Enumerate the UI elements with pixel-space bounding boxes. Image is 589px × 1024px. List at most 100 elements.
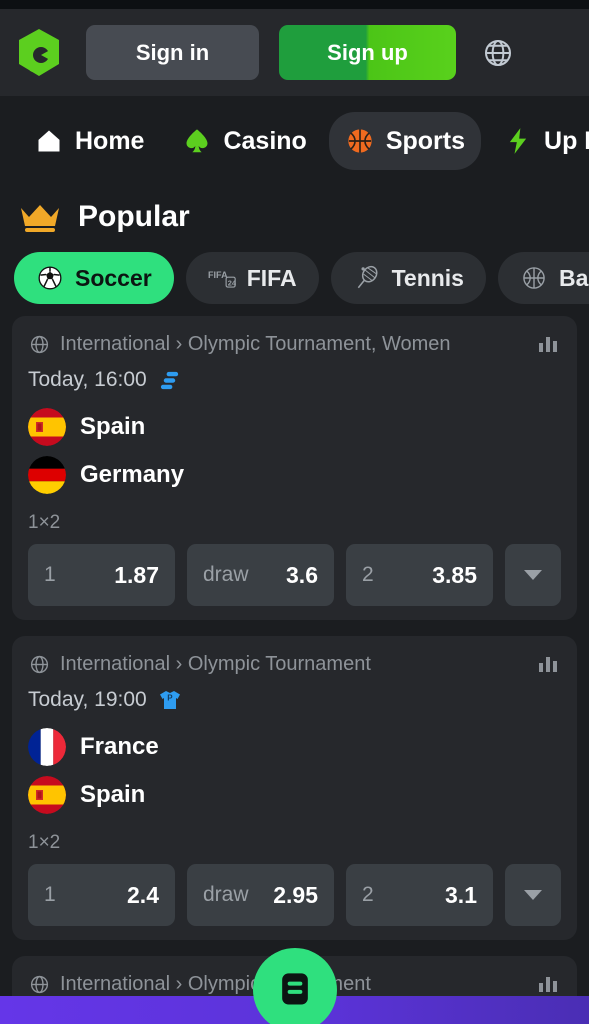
- bet-slip-button[interactable]: [252, 948, 337, 1024]
- league-info: International › Olympic Tournament, Wome…: [28, 333, 535, 356]
- team-row: Spain: [28, 776, 561, 814]
- jersey-icon: P: [158, 688, 182, 712]
- odd-value: 3.6: [286, 561, 318, 588]
- market-label: 1×2: [28, 512, 61, 533]
- odds-row: 1 1.87 draw 3.6 2 3.85: [28, 544, 561, 606]
- league-name: International › Olympic Tournament: [60, 652, 371, 675]
- teams-list: France Spain: [28, 728, 561, 814]
- odd-button-draw[interactable]: draw 2.95: [187, 864, 334, 926]
- match-time-row: Today, 16:00: [28, 368, 561, 392]
- odd-key: 1: [44, 563, 56, 586]
- odd-key: draw: [203, 563, 249, 586]
- match-card-header: International › Olympic Tournament: [28, 652, 561, 676]
- globe-small-icon: [28, 653, 50, 675]
- teams-list: Spain Germany: [28, 408, 561, 494]
- flag-spain: [28, 776, 66, 814]
- match-card-header: International › Olympic Tournament, Wome…: [28, 332, 561, 356]
- app-header: Sign in Sign up: [0, 9, 589, 96]
- odd-key: 2: [362, 563, 374, 586]
- flag-germany: [28, 456, 66, 494]
- team-name: France: [80, 733, 159, 760]
- spade-icon: [182, 126, 212, 156]
- odd-value: 2.4: [127, 881, 159, 908]
- odd-value: 1.87: [114, 561, 159, 588]
- odd-value: 3.85: [432, 561, 477, 588]
- app-root: Sign in Sign up Home Casino Sports Up Po…: [0, 0, 589, 1024]
- league-name: International › Olympic Tournament, Wome…: [60, 332, 451, 355]
- nav-item-home-label: Home: [75, 126, 145, 155]
- chevron-down-icon: [524, 890, 542, 900]
- team-row: Germany: [28, 456, 561, 494]
- match-time: Today, 16:00: [28, 368, 147, 391]
- fifa-24-icon: FIFA 24: [208, 264, 236, 292]
- market-label: 1×2: [28, 832, 61, 853]
- chip-soccer[interactable]: Soccer: [14, 252, 174, 304]
- main-nav: Home Casino Sports Up: [0, 96, 589, 186]
- chip-tennis-label: Tennis: [391, 264, 464, 291]
- chip-fifa-label: FIFA: [246, 264, 297, 291]
- odd-key: 2: [362, 883, 374, 906]
- tennis-racket-icon: [353, 264, 381, 292]
- nav-item-sports-label: Sports: [385, 126, 466, 155]
- league-info: International › Olympic Tournament: [28, 653, 535, 676]
- live-stream-icon: [158, 368, 182, 392]
- globe-small-icon: [28, 333, 50, 355]
- nav-item-up-down[interactable]: Up Down: [487, 112, 589, 170]
- basketball-icon: [345, 126, 375, 156]
- nav-item-sports[interactable]: Sports: [328, 112, 482, 170]
- bar-chart-icon[interactable]: [535, 652, 561, 676]
- flag-france: [28, 728, 66, 766]
- crown-icon: [18, 200, 62, 234]
- brand-hexagon-logo[interactable]: [14, 27, 64, 79]
- nav-item-casino[interactable]: Casino: [166, 112, 322, 170]
- bar-chart-icon[interactable]: [535, 972, 561, 996]
- home-icon: [34, 126, 64, 156]
- globe-small-icon: [28, 973, 50, 995]
- odd-button-2[interactable]: 2 3.85: [346, 544, 493, 606]
- soccer-ball-icon: [36, 264, 64, 292]
- odd-button-draw[interactable]: draw 3.6: [187, 544, 334, 606]
- chip-basketball-label: Basketball: [558, 264, 589, 291]
- team-name: Germany: [80, 461, 185, 488]
- chip-soccer-label: Soccer: [75, 264, 152, 291]
- svg-text:24: 24: [227, 278, 235, 287]
- nav-item-casino-label: Casino: [223, 126, 307, 155]
- status-bar: [0, 0, 589, 9]
- nav-item-home[interactable]: Home: [18, 112, 160, 170]
- nav-item-up-down-label: Up Down: [544, 126, 589, 155]
- match-card[interactable]: International › Olympic Tournament, Wome…: [12, 316, 577, 620]
- odd-button-2[interactable]: 2 3.1: [346, 864, 493, 926]
- sign-in-button[interactable]: Sign in: [86, 25, 259, 80]
- odd-button-1[interactable]: 1 1.87: [28, 544, 175, 606]
- match-card[interactable]: International › Olympic Tournament Today…: [12, 636, 577, 940]
- odds-row: 1 2.4 draw 2.95 2 3.1: [28, 864, 561, 926]
- match-time: Today, 19:00: [28, 688, 147, 711]
- page-title: Popular: [78, 200, 190, 233]
- more-markets-button[interactable]: [505, 544, 561, 606]
- team-row: Spain: [28, 408, 561, 446]
- more-markets-button[interactable]: [505, 864, 561, 926]
- svg-text:P: P: [167, 694, 173, 703]
- section-header-popular: Popular: [0, 186, 589, 242]
- chevron-down-icon: [524, 570, 542, 580]
- chip-basketball[interactable]: Basketball: [497, 252, 589, 304]
- basketball-outline-icon: [520, 264, 548, 292]
- svg-text:FIFA: FIFA: [208, 270, 228, 280]
- lightning-bolt-icon: [503, 126, 533, 156]
- bet-slip-icon: [273, 966, 317, 1015]
- team-name: Spain: [80, 413, 146, 440]
- chip-fifa[interactable]: FIFA 24 FIFA: [185, 252, 319, 304]
- sport-filter-chips: Soccer FIFA 24 FIFA Tennis Ba: [0, 242, 589, 316]
- match-list: International › Olympic Tournament, Wome…: [0, 316, 589, 1010]
- chip-tennis[interactable]: Tennis: [330, 252, 486, 304]
- sign-up-button[interactable]: Sign up: [279, 25, 456, 80]
- odd-key: 1: [44, 883, 56, 906]
- odd-button-1[interactable]: 1 2.4: [28, 864, 175, 926]
- team-row: France: [28, 728, 561, 766]
- bar-chart-icon[interactable]: [535, 332, 561, 356]
- team-name: Spain: [80, 781, 146, 808]
- odd-value: 2.95: [273, 881, 318, 908]
- flag-spain: [28, 408, 66, 446]
- globe-icon[interactable]: [478, 33, 518, 73]
- odd-value: 3.1: [445, 881, 477, 908]
